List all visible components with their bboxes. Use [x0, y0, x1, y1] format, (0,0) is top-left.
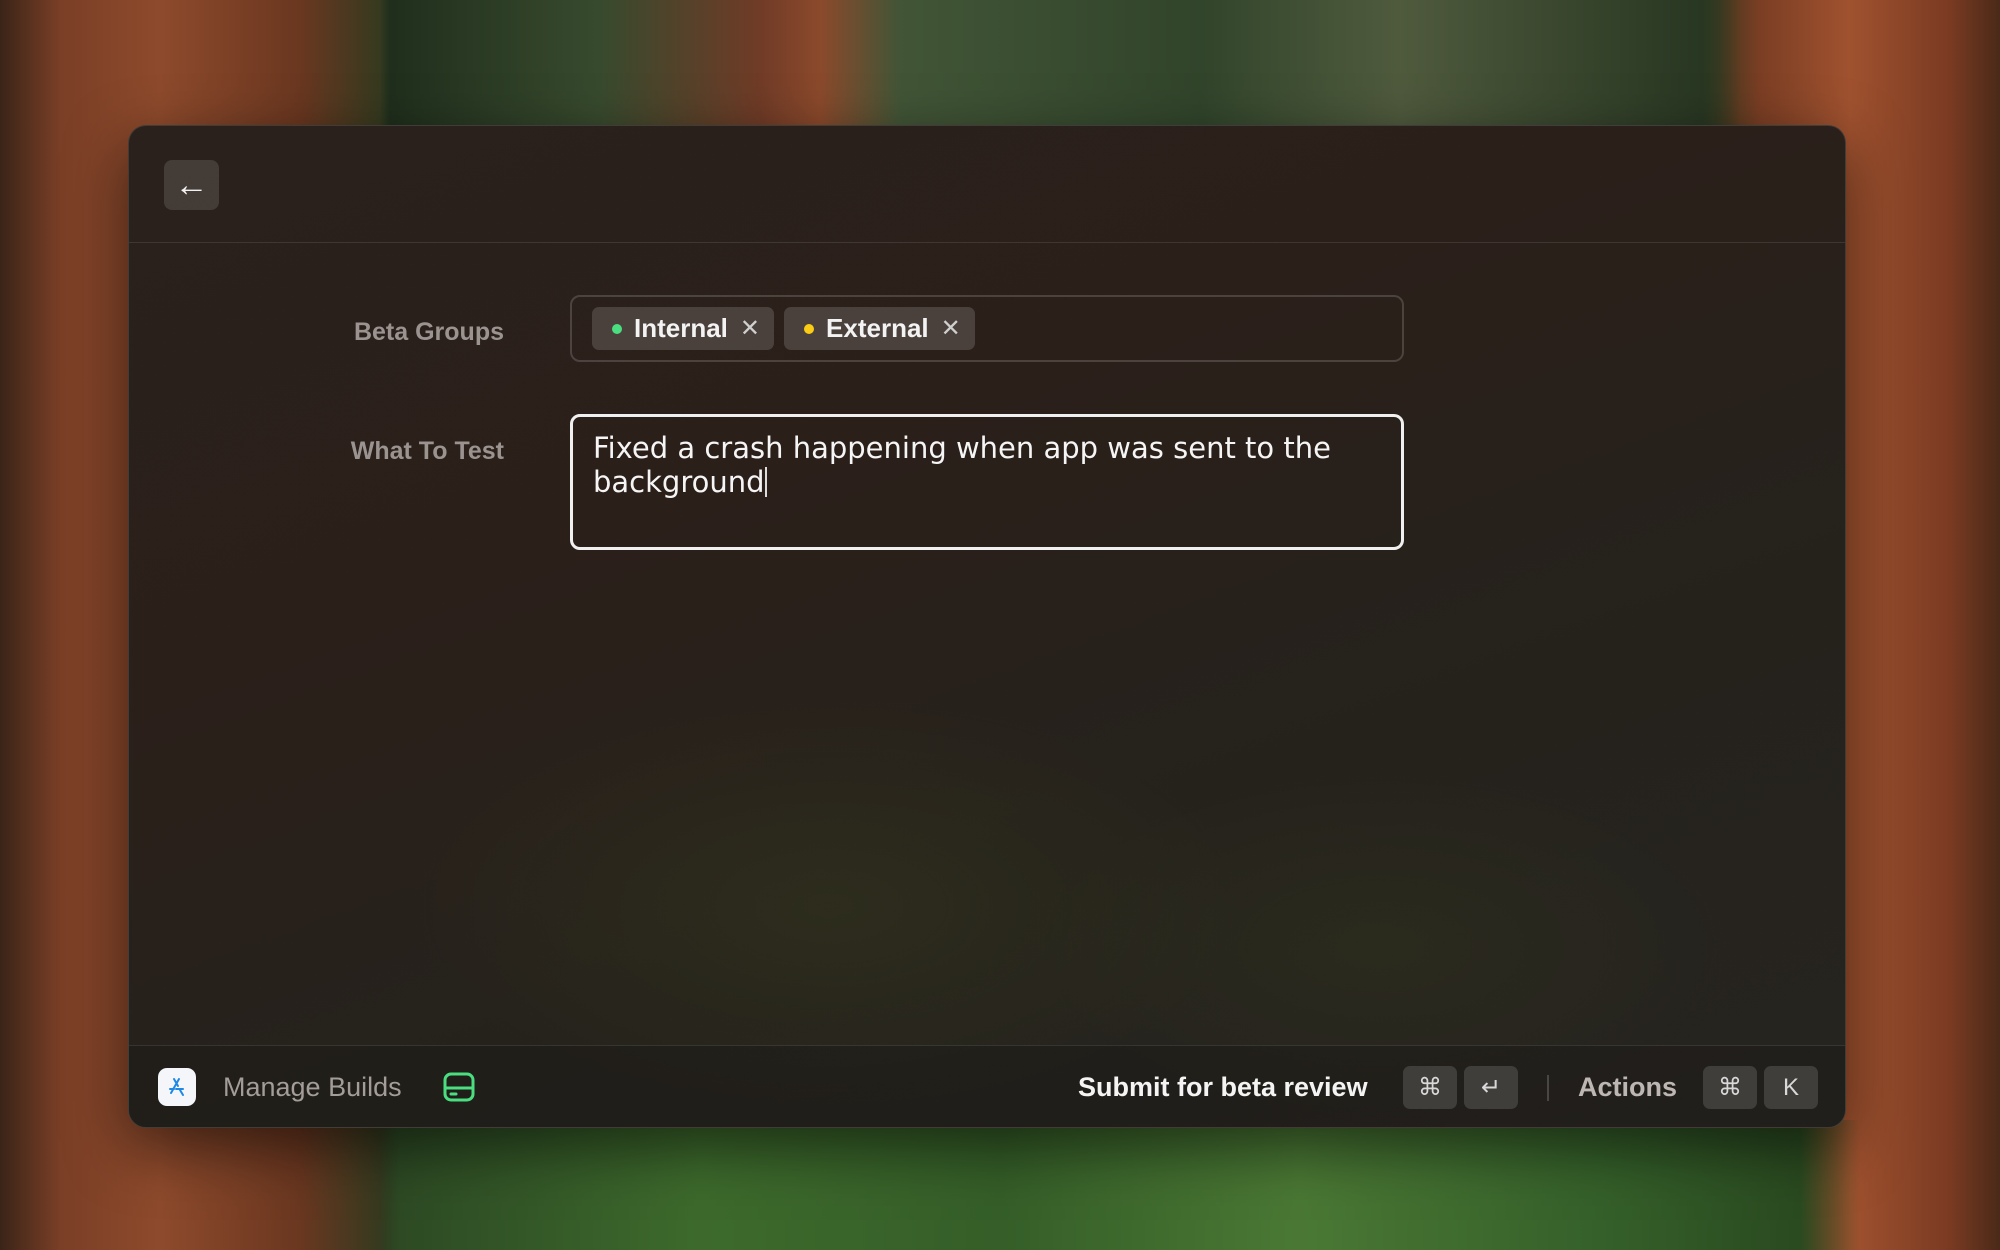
background-forest-bottom: [0, 1120, 2000, 1250]
command-title: Manage Builds: [223, 1072, 402, 1102]
tag-label: Internal: [634, 313, 728, 343]
status-dot-icon: [804, 323, 815, 334]
beta-groups-field[interactable]: Internal ✕ External ✕: [570, 295, 1404, 362]
arrow-left-icon: ←: [174, 166, 209, 204]
back-button[interactable]: ←: [164, 160, 219, 210]
command-key-hint: ⌘: [1703, 1066, 1757, 1109]
tag-label: External: [826, 313, 929, 343]
textarea-value: Fixed a crash happening when app was sen…: [593, 431, 1331, 499]
app-store-icon: [158, 1068, 196, 1106]
submit-beta-review-button[interactable]: Submit for beta review: [1078, 1072, 1368, 1103]
k-key-hint: K: [1764, 1066, 1818, 1109]
command-window: ← Beta Groups Internal ✕ External ✕ What…: [128, 125, 1846, 1128]
tag-external[interactable]: External ✕: [784, 307, 975, 350]
divider: [1547, 1075, 1549, 1101]
background-forest-top: [0, 0, 2000, 130]
action-bar: Manage Builds Submit for beta review ⌘ ↵…: [129, 1045, 1845, 1127]
status-dot-icon: [612, 323, 622, 334]
text-caret: [764, 467, 767, 497]
return-key-hint: ↵: [1464, 1066, 1518, 1109]
what-to-test-textarea[interactable]: Fixed a crash happening when app was sen…: [570, 414, 1404, 550]
window-header: ←: [129, 126, 1845, 243]
beta-groups-label: Beta Groups: [353, 318, 504, 346]
command-key-hint: ⌘: [1403, 1066, 1457, 1109]
close-icon[interactable]: ✕: [740, 314, 760, 343]
actions-button[interactable]: Actions: [1578, 1072, 1677, 1103]
tag-internal[interactable]: Internal ✕: [592, 307, 775, 350]
what-to-test-label: What To Test: [350, 437, 504, 465]
close-icon[interactable]: ✕: [941, 314, 961, 343]
drive-icon: [443, 1072, 475, 1102]
